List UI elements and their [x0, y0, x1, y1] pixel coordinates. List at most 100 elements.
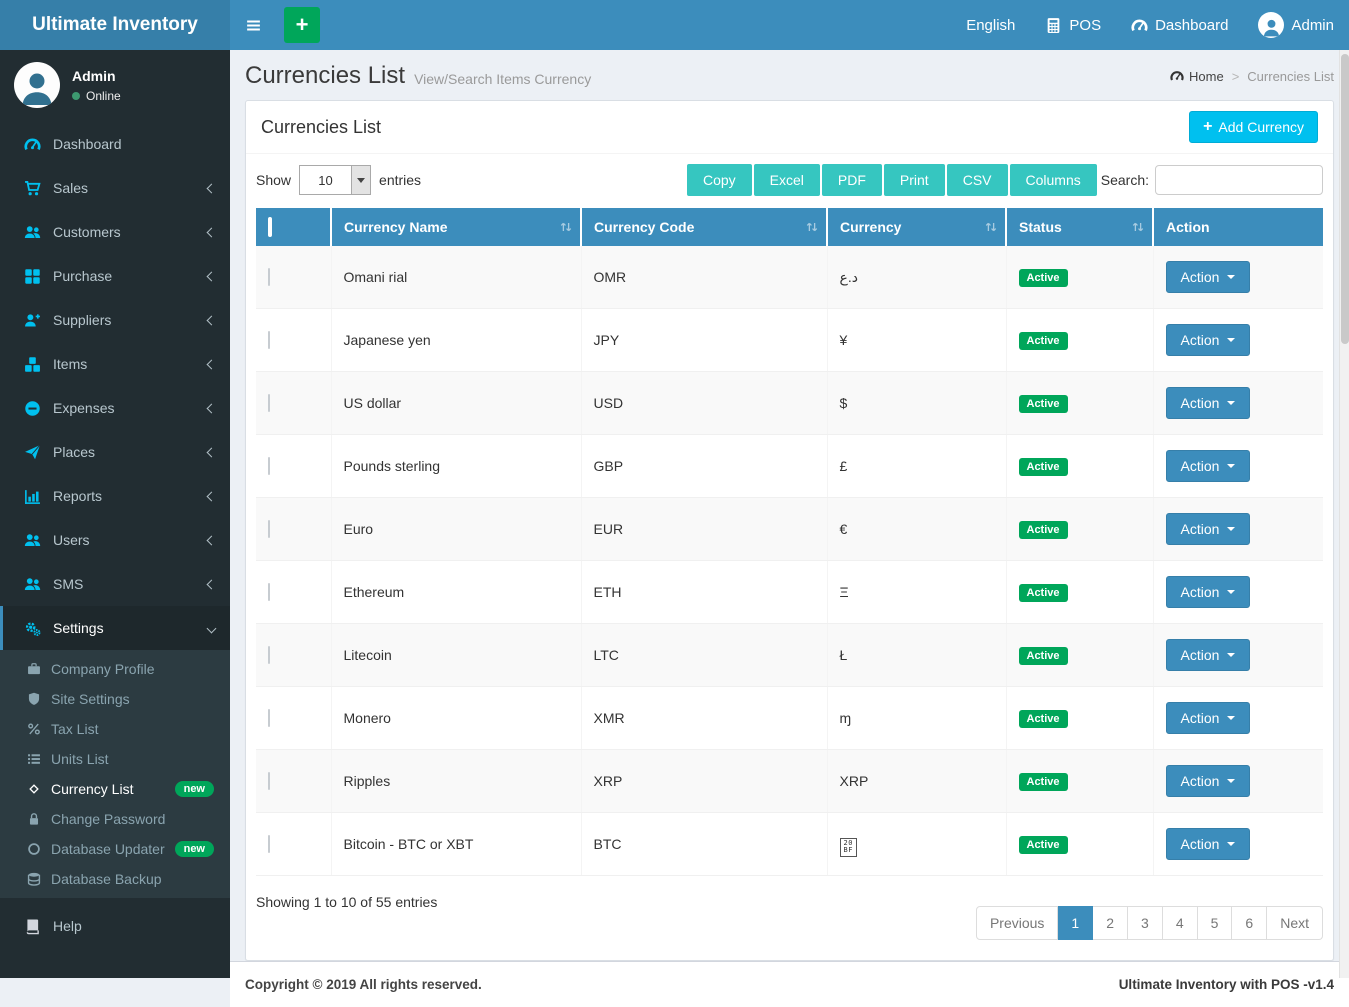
search-input[interactable] — [1155, 165, 1323, 195]
sidebar-menu-item[interactable]: Customers — [0, 210, 230, 254]
action-dropdown-button[interactable]: Action — [1166, 450, 1251, 482]
sidebar-item-label: Dashboard — [53, 136, 122, 152]
action-dropdown-button[interactable]: Action — [1166, 702, 1251, 734]
pagination-page[interactable]: 1 — [1058, 906, 1093, 940]
row-checkbox[interactable] — [268, 835, 270, 853]
scrollbar-track[interactable] — [1339, 50, 1349, 978]
row-checkbox[interactable] — [268, 394, 270, 412]
currency-code-cell: ETH — [581, 561, 827, 624]
row-checkbox[interactable] — [268, 268, 270, 286]
export-button[interactable]: Print — [884, 164, 945, 196]
export-button[interactable]: PDF — [822, 164, 882, 196]
column-header[interactable]: Status — [1006, 208, 1153, 246]
column-header[interactable]: Currency Code — [581, 208, 827, 246]
action-dropdown-button[interactable]: Action — [1166, 513, 1251, 545]
export-button[interactable]: Excel — [754, 164, 820, 196]
pagination-page[interactable]: 6 — [1232, 906, 1267, 940]
pagination-page[interactable]: 3 — [1128, 906, 1163, 940]
currency-symbol: Ξ — [840, 584, 849, 600]
breadcrumb-home[interactable]: Home — [1170, 69, 1224, 84]
sidebar-menu-item[interactable]: Places — [0, 430, 230, 474]
row-checkbox[interactable] — [268, 646, 270, 664]
submenu-item[interactable]: Tax List — [0, 714, 230, 744]
sidebar-menu-item[interactable]: Sales — [0, 166, 230, 210]
currency-symbol-cell: XRP — [827, 750, 1006, 813]
sidebar-menu-item[interactable]: Items — [0, 342, 230, 386]
submenu-item[interactable]: Database Updater new — [0, 834, 230, 864]
pagination-next[interactable]: Next — [1267, 906, 1323, 940]
pagination-page[interactable]: 2 — [1093, 906, 1128, 940]
action-dropdown-button[interactable]: Action — [1166, 828, 1251, 860]
add-currency-button[interactable]: + Add Currency — [1189, 111, 1318, 143]
chevron-icon — [207, 579, 217, 589]
action-dropdown-button[interactable]: Action — [1166, 261, 1251, 293]
column-header[interactable]: Action — [1153, 208, 1323, 246]
row-checkbox[interactable] — [268, 520, 270, 538]
caret-down-icon — [1227, 275, 1235, 279]
user-name: Admin — [72, 68, 121, 84]
action-dropdown-button[interactable]: Action — [1166, 387, 1251, 419]
pagination-previous[interactable]: Previous — [976, 906, 1058, 940]
sort-icon[interactable] — [805, 220, 819, 234]
status-badge: Active — [1019, 458, 1068, 476]
row-checkbox[interactable] — [268, 772, 270, 790]
action-dropdown-button[interactable]: Action — [1166, 576, 1251, 608]
dashboard-link[interactable]: Dashboard — [1116, 0, 1243, 50]
row-checkbox[interactable] — [268, 709, 270, 727]
action-dropdown-button[interactable]: Action — [1166, 765, 1251, 797]
sort-icon[interactable] — [1131, 220, 1145, 234]
page-length-select[interactable]: 10 — [299, 165, 371, 195]
export-button[interactable]: Columns — [1010, 164, 1097, 196]
column-label: Currency Code — [594, 219, 694, 235]
hamburger-icon — [245, 17, 262, 34]
sort-icon[interactable] — [984, 220, 998, 234]
currency-name-cell: Bitcoin - BTC or XBT — [331, 813, 581, 876]
submenu-item[interactable]: Site Settings — [0, 684, 230, 714]
sidebar-menu-item[interactable]: Dashboard — [0, 122, 230, 166]
submenu-item[interactable]: Currency List new — [0, 774, 230, 804]
user-menu[interactable]: Admin — [1243, 0, 1349, 50]
pagination-page[interactable]: 5 — [1198, 906, 1233, 940]
scrollbar-thumb[interactable] — [1341, 54, 1349, 344]
export-button[interactable]: CSV — [947, 164, 1008, 196]
submenu-item[interactable]: Units List — [0, 744, 230, 774]
column-header[interactable]: Currency Name — [331, 208, 581, 246]
pagination-page[interactable]: 4 — [1163, 906, 1198, 940]
select-all-checkbox[interactable] — [268, 217, 272, 237]
column-header[interactable]: Currency — [827, 208, 1006, 246]
submenu-item[interactable]: Change Password — [0, 804, 230, 834]
row-checkbox[interactable] — [268, 457, 270, 475]
sidebar-menu-item[interactable]: Settings — [0, 606, 230, 650]
select-all-header[interactable] — [256, 208, 331, 246]
sort-icon[interactable] — [559, 220, 573, 234]
page-length-control: Show 10 entries — [256, 165, 421, 195]
action-dropdown-button[interactable]: Action — [1166, 639, 1251, 671]
row-checkbox[interactable] — [268, 583, 270, 601]
submenu-item-label: Company Profile — [51, 661, 155, 677]
brand-logo[interactable]: Ultimate Inventory — [0, 0, 230, 50]
row-checkbox[interactable] — [268, 331, 270, 349]
currency-code-cell: XRP — [581, 750, 827, 813]
sidebar-menu-item[interactable]: Users — [0, 518, 230, 562]
pos-link[interactable]: POS — [1030, 0, 1116, 50]
sidebar-toggle-button[interactable] — [230, 0, 276, 50]
content-header: Currencies List View/Search Items Curren… — [230, 50, 1349, 100]
action-dropdown-button[interactable]: Action — [1166, 324, 1251, 356]
sidebar-menu-item[interactable]: Reports — [0, 474, 230, 518]
export-button[interactable]: Copy — [687, 164, 752, 196]
sidebar-menu-item[interactable]: Suppliers — [0, 298, 230, 342]
sidebar-menu-item[interactable]: SMS — [0, 562, 230, 606]
sidebar-item-help[interactable]: Help — [0, 904, 230, 948]
status-badge: Active — [1019, 269, 1068, 287]
quick-add-button[interactable]: + — [284, 7, 320, 43]
currency-name-cell: Ethereum — [331, 561, 581, 624]
sidebar-menu-item[interactable]: Purchase — [0, 254, 230, 298]
sidebar-menu-item[interactable]: Expenses — [0, 386, 230, 430]
gears-icon — [24, 620, 41, 637]
submenu-item[interactable]: Database Backup — [0, 864, 230, 894]
currency-symbol-cell: € — [827, 498, 1006, 561]
column-label: Currency — [840, 219, 901, 235]
language-menu[interactable]: English — [951, 0, 1030, 50]
currency-code-cell: JPY — [581, 309, 827, 372]
submenu-item[interactable]: Company Profile — [0, 654, 230, 684]
